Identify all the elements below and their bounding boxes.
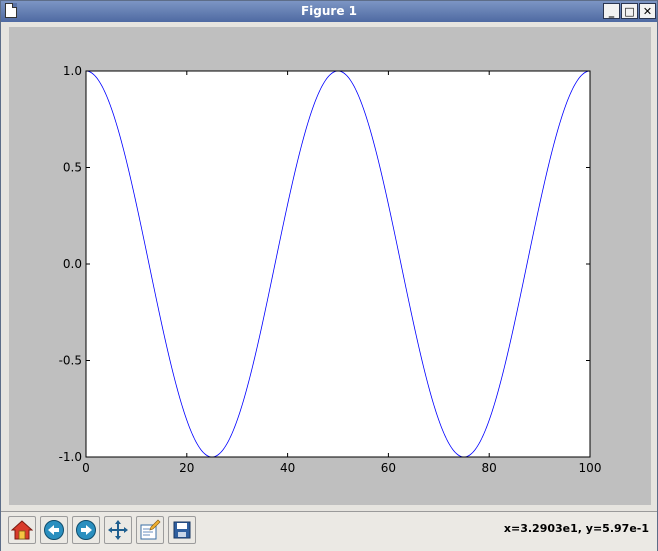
x-tick-label: 80 [482, 461, 497, 475]
x-tick-label: 20 [179, 461, 194, 475]
y-tick-label: 0.5 [63, 161, 82, 175]
forward-arrow-icon [76, 520, 96, 540]
minimize-button[interactable]: _ [603, 3, 620, 19]
save-button[interactable] [168, 516, 196, 544]
home-button[interactable] [8, 516, 36, 544]
cursor-coordinates: x=3.2903e1, y=5.97e-1 [503, 522, 649, 535]
y-tick-label: -1.0 [59, 450, 82, 464]
back-arrow-icon [44, 520, 64, 540]
back-button[interactable] [40, 516, 68, 544]
x-tick-label: 60 [381, 461, 396, 475]
pan-move-icon [108, 520, 128, 540]
window-title: Figure 1 [300, 4, 358, 18]
home-icon [11, 520, 33, 540]
figure-canvas[interactable]: 0 20 40 60 80 100 1.0 0.5 0.0 -0.5 -1.0 [9, 27, 651, 505]
figure-window: Figure 1 _ □ ✕ 0 20 40 60 80 100 1.0 0.5 0.0 -0.5… [0, 0, 658, 551]
y-tick-label: -0.5 [59, 354, 82, 368]
x-tick-label: 100 [579, 461, 602, 475]
y-tick-label: 0.0 [63, 257, 82, 271]
axes-area[interactable] [86, 71, 590, 457]
navigation-toolbar: x=3.2903e1, y=5.97e-1 [1, 511, 657, 551]
zoom-rect-icon [140, 519, 161, 540]
title-bar[interactable]: Figure 1 _ □ ✕ [1, 1, 657, 22]
maximize-button[interactable]: □ [621, 3, 638, 19]
forward-button[interactable] [72, 516, 100, 544]
pan-button[interactable] [104, 516, 132, 544]
plot-svg[interactable]: 0 20 40 60 80 100 1.0 0.5 0.0 -0.5 -1.0 [9, 27, 651, 505]
x-tick-label: 40 [280, 461, 295, 475]
save-icon [173, 521, 191, 539]
canvas-frame: 0 20 40 60 80 100 1.0 0.5 0.0 -0.5 -1.0 [5, 23, 655, 509]
zoom-button[interactable] [136, 516, 164, 544]
y-tick-label: 1.0 [63, 64, 82, 78]
close-button[interactable]: ✕ [639, 3, 656, 19]
x-tick-label: 0 [82, 461, 90, 475]
